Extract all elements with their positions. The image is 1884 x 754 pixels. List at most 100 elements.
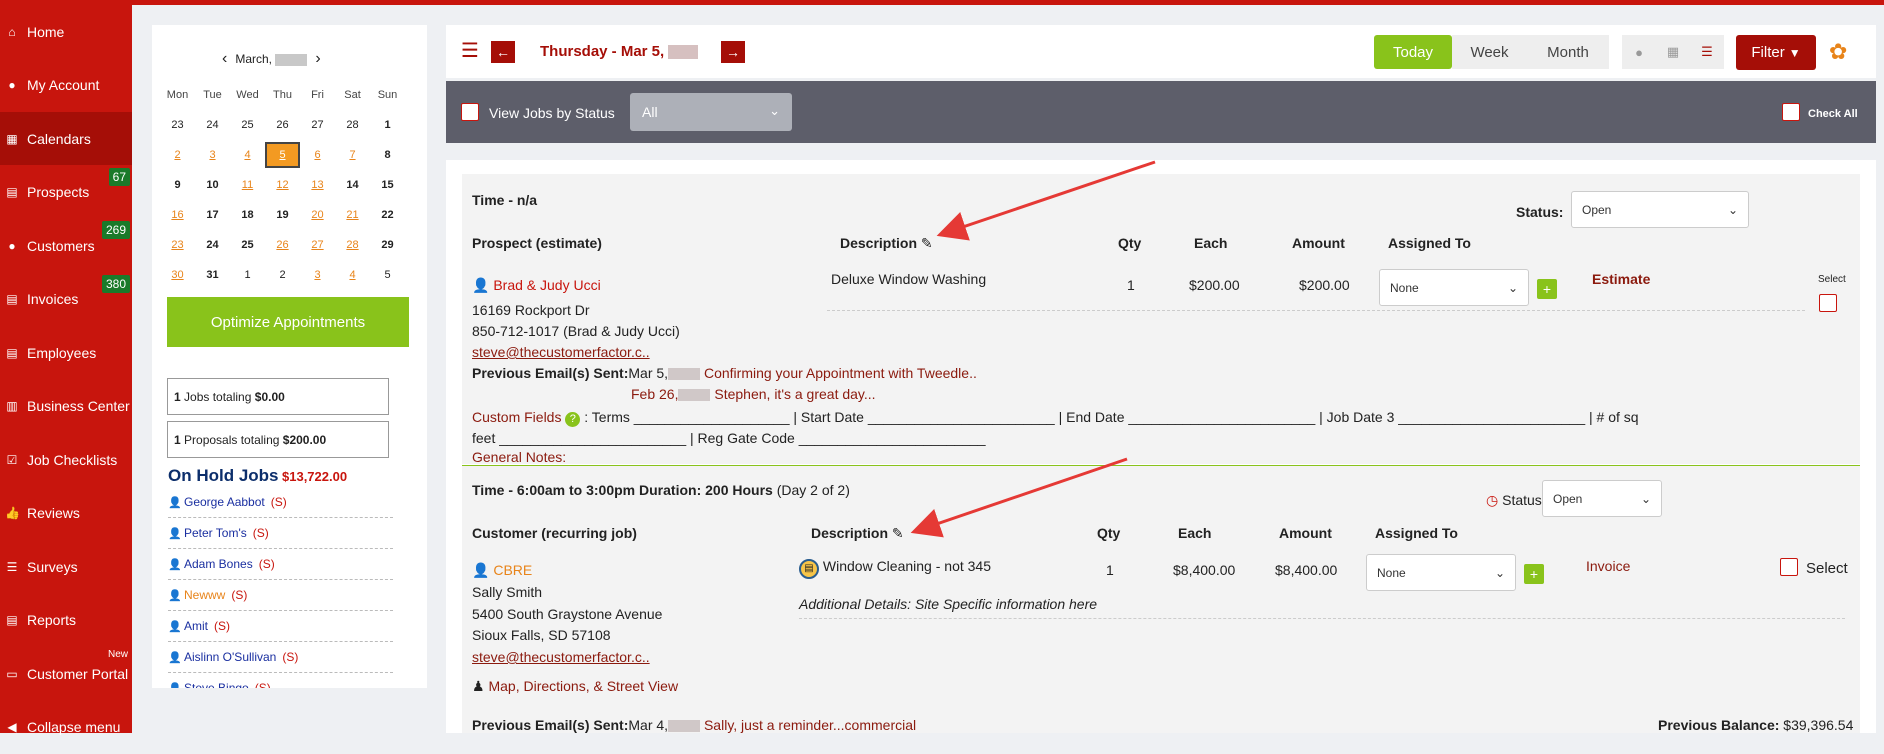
sidebar-item-customer-portal[interactable]: ▭ Customer Portal New	[0, 647, 132, 700]
calendar-day[interactable]: 6	[300, 149, 335, 161]
email-subject-link[interactable]: Sally, just a reminder...commercial	[704, 717, 916, 733]
on-hold-name[interactable]: George Aabbot	[184, 495, 265, 509]
job-select-checkbox[interactable]	[1780, 558, 1798, 576]
invoice-link[interactable]: Invoice	[1586, 558, 1630, 574]
list-view-icon[interactable]: ☰	[1690, 35, 1724, 69]
calendar-day[interactable]: 3	[195, 149, 230, 161]
calendar-day[interactable]: 23	[160, 119, 195, 131]
map-directions-link[interactable]: Map, Directions, & Street View	[488, 678, 678, 694]
on-hold-item[interactable]: 👤 Peter Tom's (S)	[168, 518, 393, 549]
sidebar-item-surveys[interactable]: ☰ Surveys	[0, 540, 132, 593]
on-hold-item[interactable]: 👤 Aislinn O'Sullivan (S)	[168, 642, 393, 673]
calendar-day[interactable]: 25	[230, 119, 265, 131]
calendar-day[interactable]: 30	[160, 269, 195, 281]
status-select[interactable]: All ⌄	[630, 93, 792, 131]
settings-gear-icon[interactable]: ✿	[1829, 39, 1847, 65]
job-status-select[interactable]: Open ⌄	[1571, 191, 1749, 228]
calendar-day[interactable]: 2	[265, 269, 300, 281]
sidebar-item-reports[interactable]: ▤ Reports	[0, 594, 132, 647]
calendar-day[interactable]: 24	[195, 119, 230, 131]
calendar-day[interactable]: 12	[265, 179, 300, 191]
on-hold-item[interactable]: 👤 George Aabbot (S)	[168, 487, 393, 518]
sidebar-item-reviews[interactable]: 👍 Reviews	[0, 487, 132, 540]
calendar-day[interactable]: 23	[160, 239, 195, 251]
calendar-day[interactable]: 13	[300, 179, 335, 191]
sidebar-item-employees[interactable]: ▤ Employees	[0, 326, 132, 379]
week-button[interactable]: Week	[1452, 35, 1527, 69]
estimate-link[interactable]: Estimate	[1592, 271, 1650, 287]
filter-button[interactable]: Filter ▼	[1736, 35, 1816, 70]
calendar-day[interactable]: 2	[160, 149, 195, 161]
sidebar-item-home[interactable]: ⌂ Home	[0, 5, 132, 58]
calendar-day[interactable]: 17	[195, 209, 230, 221]
calendar-day[interactable]: 20	[300, 209, 335, 221]
calendar-day[interactable]: 9	[160, 179, 195, 191]
email-subject-link[interactable]: Stephen, it's a great day...	[714, 386, 875, 402]
calendar-day[interactable]: 1	[370, 119, 405, 131]
calendar-day[interactable]: 26	[265, 119, 300, 131]
calendar-day[interactable]: 24	[195, 239, 230, 251]
add-assignee-button[interactable]: +	[1537, 279, 1557, 299]
on-hold-item[interactable]: 👤 Adam Bones (S)	[168, 549, 393, 580]
optimize-appointments-button[interactable]: Optimize Appointments	[167, 297, 409, 347]
sidebar-item-collapse-menu[interactable]: ◀ Collapse menu	[0, 701, 132, 754]
calendar-day[interactable]: 16	[160, 209, 195, 221]
calendar-day[interactable]: 1	[230, 269, 265, 281]
calendar-day[interactable]: 29	[370, 239, 405, 251]
calendar-day[interactable]: 8	[370, 149, 405, 161]
calendar-day[interactable]: 26	[265, 239, 300, 251]
calendar-day[interactable]: 10	[195, 179, 230, 191]
today-button[interactable]: Today	[1374, 35, 1452, 69]
calendar-day[interactable]: 28	[335, 239, 370, 251]
calendar-day[interactable]: 3	[300, 269, 335, 281]
calendar-day[interactable]: 28	[335, 119, 370, 131]
prev-day-button[interactable]: ←	[491, 41, 515, 63]
assigned-select[interactable]: None ⌄	[1366, 554, 1516, 591]
on-hold-name[interactable]: Steve Bingo	[184, 681, 249, 688]
sidebar-item-job-checklists[interactable]: ☑ Job Checklists	[0, 433, 132, 486]
customer-name-link[interactable]: Brad & Judy Ucci	[493, 277, 600, 293]
sidebar-item-calendars[interactable]: ▦ Calendars	[0, 112, 132, 165]
pencil-icon[interactable]: ✎	[892, 525, 904, 541]
calendar-day[interactable]: 27	[300, 119, 335, 131]
calendar-day[interactable]: 25	[230, 239, 265, 251]
help-icon[interactable]: ?	[565, 412, 581, 427]
calendar-day[interactable]: 19	[265, 209, 300, 221]
customer-name-link[interactable]: CBRE	[493, 562, 532, 578]
check-all-checkbox[interactable]	[1782, 103, 1800, 121]
calendar-day[interactable]: 21	[335, 209, 370, 221]
prev-month-button[interactable]: ‹	[222, 50, 227, 68]
calendar-day[interactable]: 7	[335, 149, 370, 161]
next-day-button[interactable]: →	[721, 41, 745, 63]
on-hold-item[interactable]: 👤Steve Bingo (S)	[168, 673, 393, 688]
calendar-day[interactable]: 11	[230, 179, 265, 191]
calendar-day[interactable]: 27	[300, 239, 335, 251]
view-by-status-checkbox[interactable]	[461, 103, 479, 121]
calendar-day[interactable]: 31	[195, 269, 230, 281]
on-hold-name[interactable]: Amit	[184, 619, 208, 633]
sidebar-item-customers[interactable]: ● Customers 269	[0, 219, 132, 272]
hamburger-menu-icon[interactable]: ☰	[461, 41, 479, 61]
calendar-day[interactable]: 15	[370, 179, 405, 191]
calendar-day[interactable]: 22	[370, 209, 405, 221]
on-hold-name[interactable]: Newww	[184, 588, 225, 602]
job-select-checkbox[interactable]	[1819, 294, 1837, 312]
calendar-day[interactable]: 5	[370, 269, 405, 281]
on-hold-item[interactable]: 👤 Amit (S)	[168, 611, 393, 642]
calendar-day[interactable]: 18	[230, 209, 265, 221]
sidebar-item-business-center[interactable]: ▥ Business Center	[0, 380, 132, 433]
month-button[interactable]: Month	[1527, 35, 1609, 69]
customer-email-link[interactable]: steve@thecustomerfactor.c..	[472, 344, 650, 360]
email-subject-link[interactable]: Confirming your Appointment with Tweedle…	[704, 365, 977, 381]
job-status-select[interactable]: Open ⌄	[1542, 480, 1662, 517]
on-hold-name[interactable]: Adam Bones	[184, 557, 253, 571]
sidebar-item-prospects[interactable]: ▤ Prospects 67	[0, 166, 132, 219]
on-hold-name[interactable]: Peter Tom's	[184, 526, 247, 540]
customer-email-link[interactable]: steve@thecustomerfactor.c..	[472, 649, 650, 665]
sidebar-item-my-account[interactable]: ● My Account	[0, 59, 132, 112]
add-assignee-button[interactable]: +	[1524, 564, 1544, 584]
calendar-day[interactable]: 14	[335, 179, 370, 191]
pencil-icon[interactable]: ✎	[921, 235, 933, 251]
person-view-icon[interactable]: ●	[1622, 35, 1656, 69]
on-hold-item[interactable]: 👤 Newww (S)	[168, 580, 393, 611]
